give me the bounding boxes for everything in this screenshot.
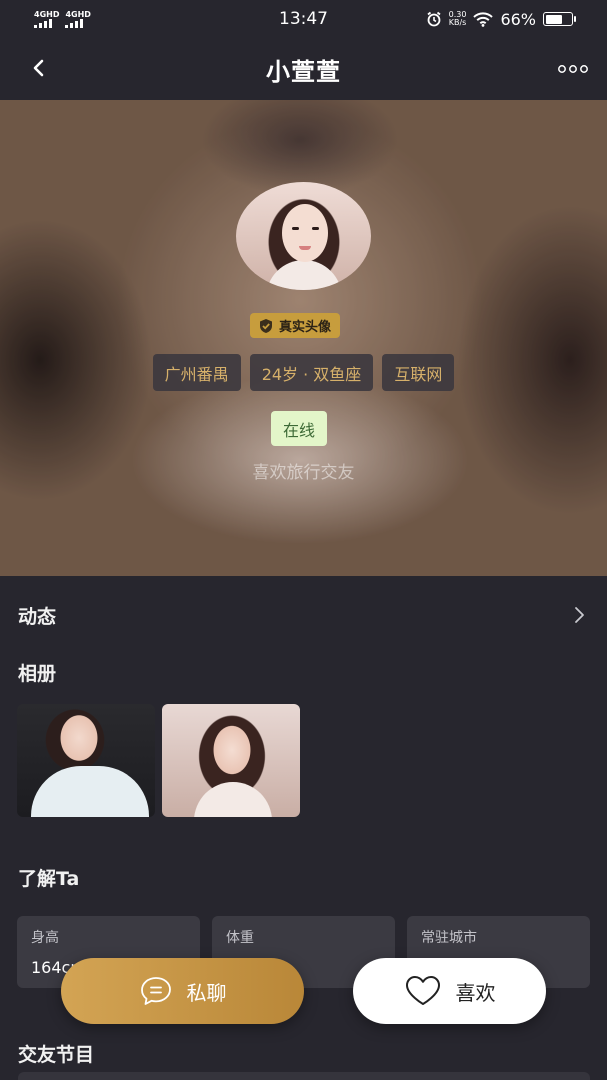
back-button[interactable] [22, 52, 54, 84]
weight-label: 体重 [226, 930, 254, 946]
tag-industry: 互联网 [382, 354, 455, 391]
hero-background-blur [0, 100, 607, 576]
album-title: 相册 [18, 663, 57, 685]
profile-bio: 喜欢旅行交友 [252, 463, 355, 483]
like-label: 喜欢 [455, 980, 496, 1005]
online-status-badge: 在线 [271, 411, 327, 446]
page-title: 小萱萱 [266, 57, 341, 86]
profile-tags: 广州番禺 24岁 · 双鱼座 互联网 [0, 354, 607, 391]
moments-row[interactable]: 动态 [0, 596, 607, 634]
programs-card [18, 1072, 590, 1080]
real-avatar-label: 真实头像 [279, 320, 332, 335]
verified-shield-icon [260, 318, 272, 333]
chat-bubble-icon [140, 977, 171, 1005]
status-bar: 4GHD 4GHD 13:47 0.30 KB/s 66% [0, 0, 607, 38]
heart-icon [405, 976, 440, 1005]
tag-age-zodiac: 24岁 · 双鱼座 [249, 354, 374, 391]
album-photo-1[interactable] [17, 704, 155, 817]
programs-title: 交友节目 [18, 1044, 95, 1066]
album-photo-2[interactable] [162, 704, 300, 817]
profile-hero: 真实头像 广州番禺 24岁 · 双鱼座 互联网 在线 喜欢旅行交友 [0, 100, 607, 576]
private-chat-button[interactable]: 私聊 [61, 958, 304, 1024]
battery-fill [545, 14, 562, 24]
more-dots-icon [558, 65, 588, 73]
tag-location: 广州番禺 [152, 354, 241, 391]
like-button[interactable]: 喜欢 [353, 958, 546, 1024]
nav-bar: 小萱萱 [0, 38, 607, 100]
real-avatar-badge: 真实头像 [250, 313, 341, 338]
height-label: 身高 [31, 930, 59, 946]
private-chat-label: 私聊 [186, 980, 227, 1005]
more-button[interactable] [557, 54, 589, 84]
about-title: 了解Ta [18, 868, 80, 890]
chevron-left-icon [33, 59, 44, 77]
moments-title: 动态 [18, 606, 57, 628]
city-label: 常驻城市 [421, 930, 477, 946]
chevron-right-icon [575, 607, 584, 623]
battery-icon [543, 12, 576, 26]
avatar[interactable] [236, 182, 371, 290]
status-time: 13:47 [279, 9, 328, 29]
